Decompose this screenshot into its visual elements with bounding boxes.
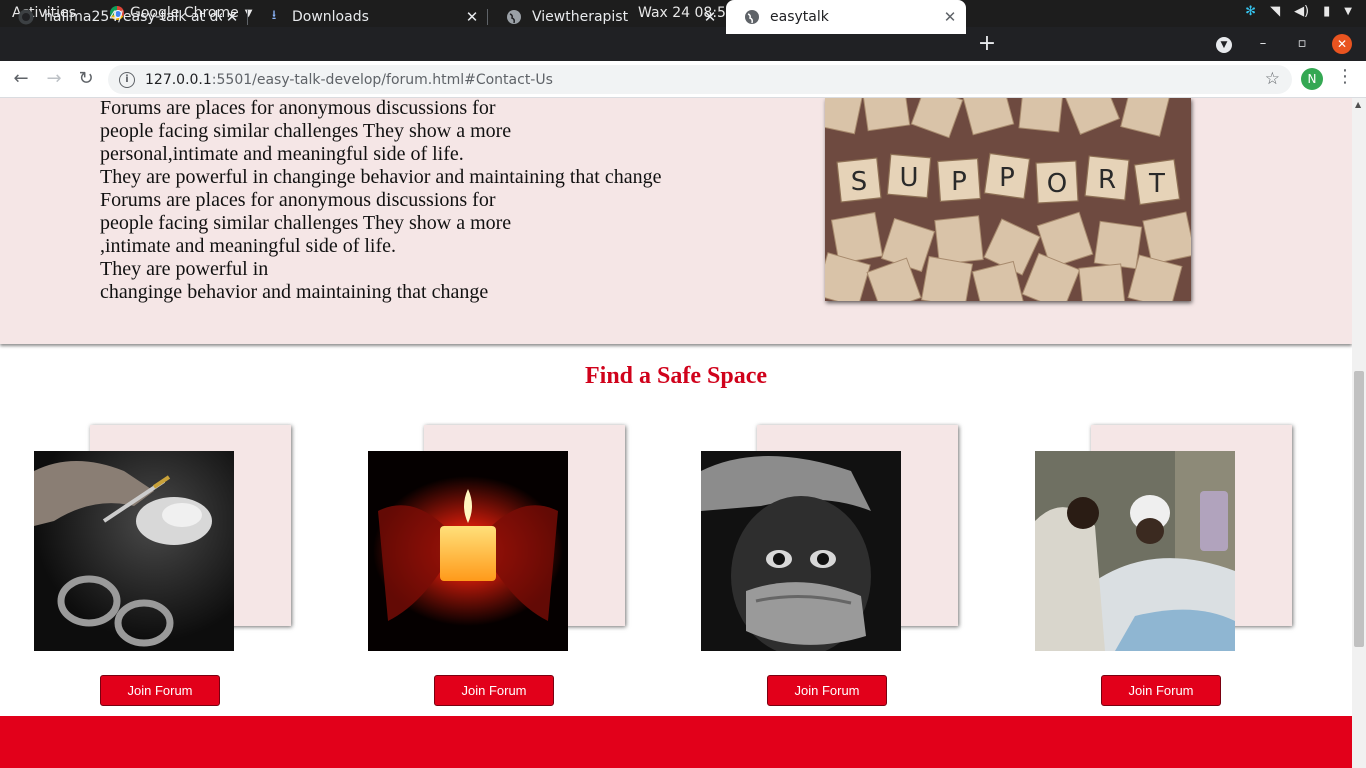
tile-letter: T [1148, 169, 1165, 199]
github-icon [18, 9, 34, 25]
power-menu-icon: ▼ [1344, 6, 1352, 17]
tab-easytalk[interactable]: easytalk ✕ [726, 0, 966, 34]
forum-image-candle [368, 451, 568, 651]
back-arrow-icon[interactable]: ← [9, 67, 33, 91]
reload-icon[interactable]: ↻ [74, 67, 98, 91]
tab-viewtherapist[interactable]: Viewtherapist ✕ [488, 0, 726, 34]
intro-line: Forums are places for anonymous discussi… [100, 98, 496, 119]
url-text[interactable]: 127.0.0.1:5501/easy-talk-develop/forum.h… [145, 72, 553, 88]
intro-line: personal,intimate and meaningful side of… [100, 143, 464, 165]
url-host: 127.0.0.1 [145, 71, 212, 88]
menu-kebab-icon[interactable]: ⋮ [1336, 66, 1354, 87]
new-tab-button[interactable]: + [976, 27, 998, 61]
intro-line: people facing similar challenges They sh… [100, 212, 512, 234]
close-icon[interactable]: ✕ [940, 8, 960, 26]
wifi-icon: ◥ [1270, 4, 1281, 19]
footer-bar [0, 716, 1352, 768]
intro-text: Forums are places for anonymous discussi… [100, 98, 661, 304]
maximize-icon[interactable]: ▫ [1293, 27, 1311, 61]
support-tiles-image: S U P P O R T [825, 98, 1191, 301]
join-forum-button[interactable]: Join Forum [100, 675, 220, 706]
scroll-up-arrow-icon[interactable]: ▲ [1355, 100, 1361, 109]
tile-letter: U [899, 163, 918, 193]
tile-letter: R [1098, 165, 1116, 195]
slack-icon[interactable]: ✻ [1245, 4, 1256, 19]
tab-search-icon[interactable]: ▼ [1214, 27, 1234, 61]
download-icon: ⭳ [271, 8, 277, 23]
volume-icon: ◀) [1294, 4, 1310, 19]
close-icon[interactable]: ✕ [462, 8, 482, 26]
minimize-icon[interactable]: – [1254, 27, 1272, 61]
tile-letter: S [851, 167, 868, 197]
page-scrollbar[interactable]: ▲ [1352, 98, 1366, 768]
forum-image-silenced [701, 451, 901, 651]
page-viewport: Forums are places for anonymous discussi… [0, 98, 1352, 768]
tab-title: halima254/easy-talk at de [44, 9, 222, 25]
forward-arrow-icon[interactable]: → [42, 67, 66, 91]
intro-line: changinge behavior and maintaining that … [100, 281, 489, 303]
intro-section: Forums are places for anonymous discussi… [0, 98, 1352, 344]
profile-avatar[interactable]: N [1301, 68, 1323, 90]
browser-toolbar: ← → ↻ i 127.0.0.1:5501/easy-talk-develop… [0, 61, 1366, 98]
tab-downloads[interactable]: ⭳ Downloads ✕ [248, 0, 488, 34]
battery-icon: ▮ [1323, 4, 1331, 19]
scrollbar-thumb[interactable] [1354, 371, 1364, 647]
forum-image-drugs [34, 451, 234, 651]
tile-letter: P [999, 163, 1015, 193]
intro-line: They are powerful in [100, 258, 269, 280]
tab-title: easytalk [770, 9, 829, 25]
tab-github[interactable]: halima254/easy-talk at de ✕ [0, 0, 248, 34]
bookmark-star-icon[interactable]: ☆ [1265, 69, 1280, 89]
info-icon[interactable]: i [119, 71, 135, 88]
system-tray[interactable]: ✻ ◥ ◀) ▮ ▼ [1245, 4, 1352, 19]
forum-image-hospital [1035, 451, 1235, 651]
globe-icon [744, 9, 760, 25]
close-icon[interactable]: ✕ [700, 8, 720, 26]
tile-letter: O [1047, 169, 1067, 199]
tab-title: Downloads [292, 9, 369, 25]
join-forum-button[interactable]: Join Forum [434, 675, 554, 706]
close-icon[interactable]: ✕ [222, 8, 242, 26]
intro-line: ,intimate and meaningful side of life. [100, 235, 397, 257]
intro-line: Forums are places for anonymous discussi… [100, 189, 496, 211]
tile-letter: P [951, 167, 967, 197]
address-bar[interactable]: i 127.0.0.1:5501/easy-talk-develop/forum… [108, 65, 1292, 94]
intro-line: They are powerful in changinge behavior … [100, 166, 662, 188]
intro-line: people facing similar challenges They sh… [100, 120, 512, 142]
tab-title: Viewtherapist [532, 9, 629, 25]
join-forum-button[interactable]: Join Forum [1101, 675, 1221, 706]
url-path: :5501/easy-talk-develop/forum.html#Conta… [211, 71, 553, 88]
join-forum-button[interactable]: Join Forum [767, 675, 887, 706]
window-close-icon[interactable]: ✕ [1332, 34, 1352, 54]
section-title: Find a Safe Space [584, 363, 767, 389]
globe-icon [506, 9, 522, 25]
